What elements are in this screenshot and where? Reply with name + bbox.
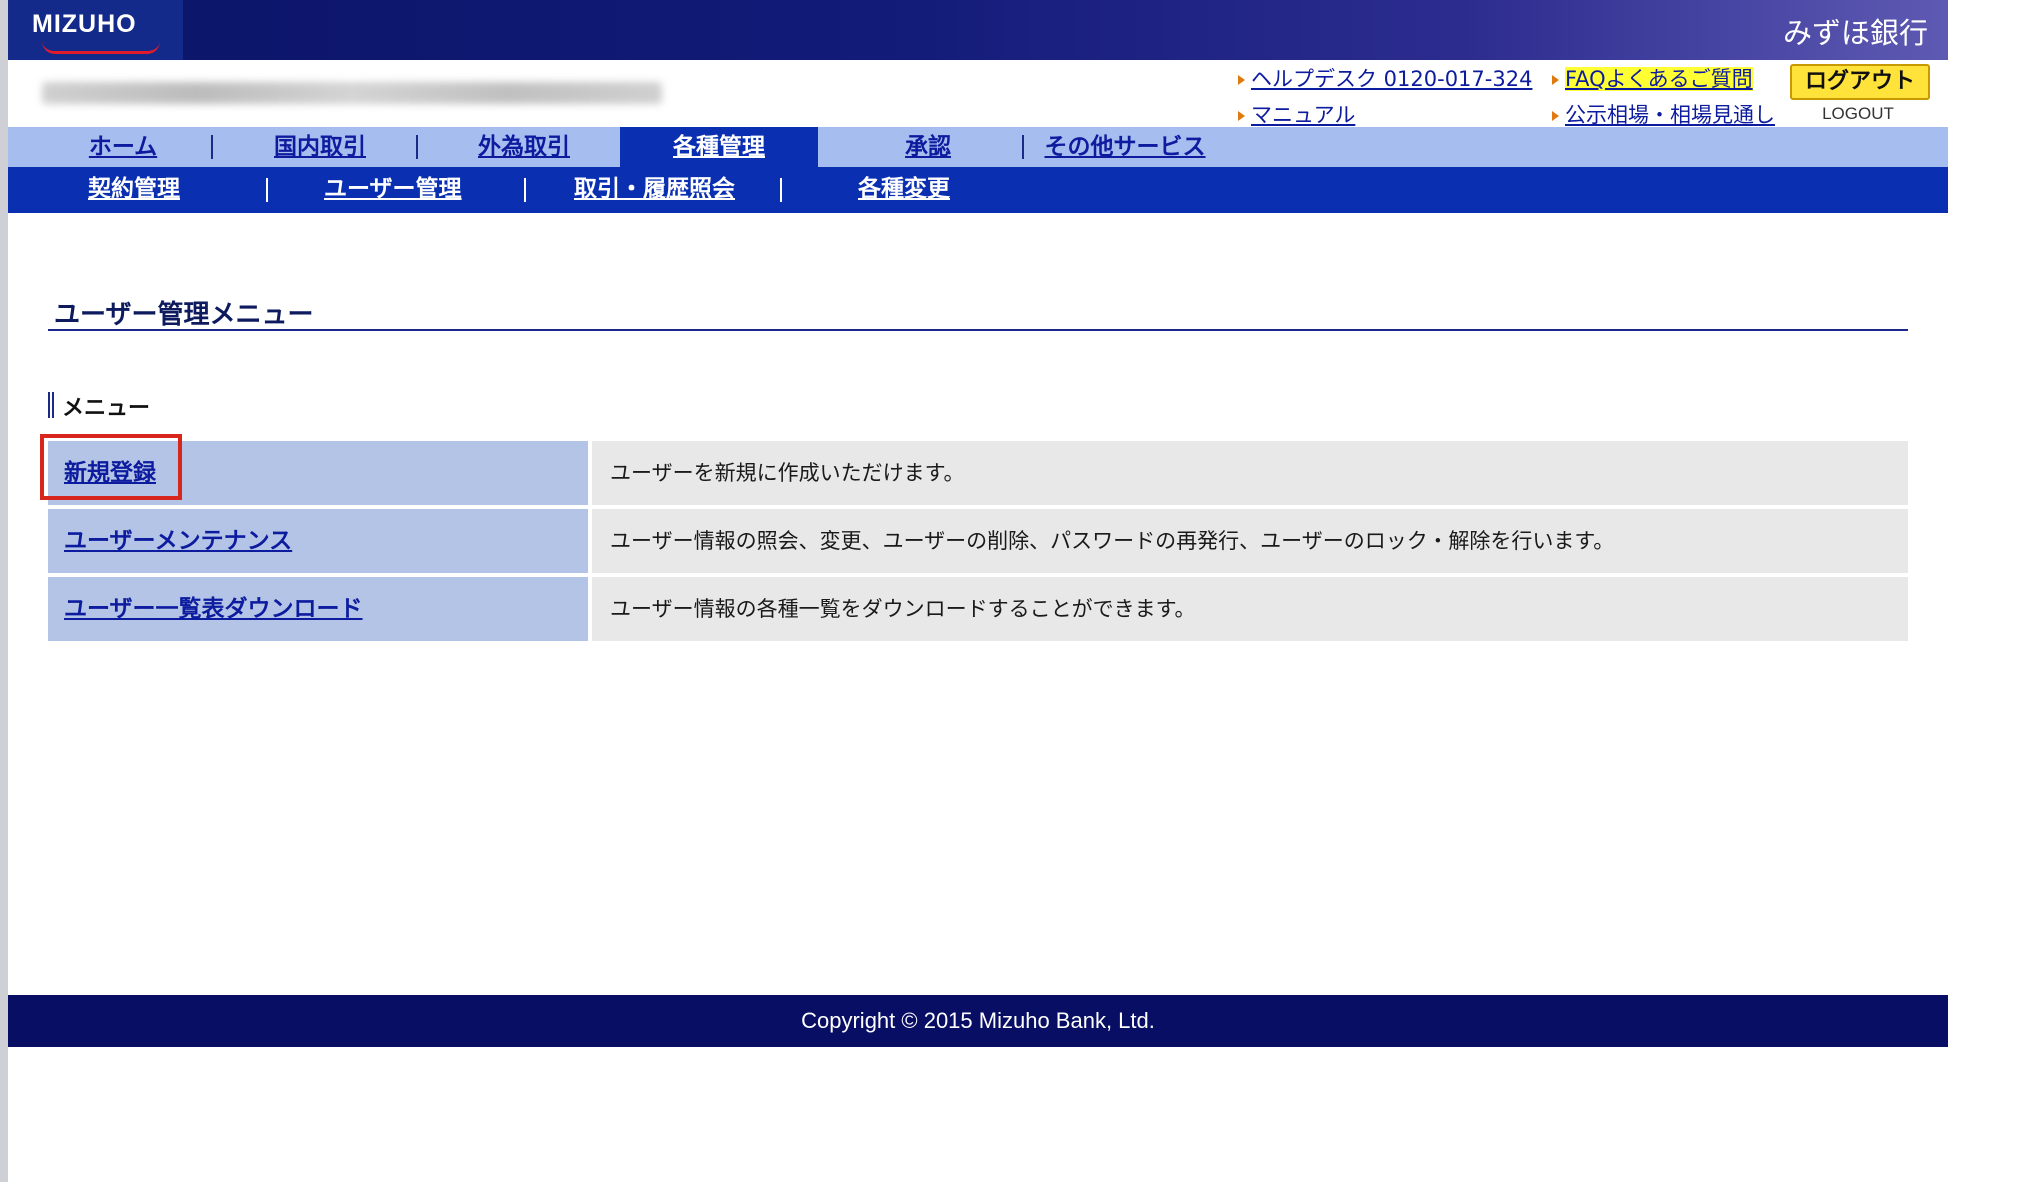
menu-cell-label: ユーザー一覧表ダウンロード xyxy=(48,577,588,641)
faq-label: FAQよくあるご質問 xyxy=(1565,67,1753,91)
annotation-highlight-box xyxy=(40,434,182,500)
logo-text: MIZUHO xyxy=(32,10,137,38)
menu-cell-description: ユーザーを新規に作成いただけます。 xyxy=(592,441,1908,505)
menu-cell-description: ユーザー情報の照会、変更、ユーザーの削除、パスワードの再発行、ユーザーのロック・… xyxy=(592,509,1908,573)
manual-label: マニュアル xyxy=(1251,103,1356,127)
bank-name: みずほ銀行 xyxy=(1782,16,1928,50)
tab-other-services[interactable]: その他サービス xyxy=(1040,127,1210,167)
manual-link[interactable]: マニュアル xyxy=(1238,99,1355,129)
orange-arrow-icon xyxy=(1238,75,1245,85)
logout-button[interactable]: ログアウト xyxy=(1790,64,1930,100)
orange-arrow-icon xyxy=(1238,111,1245,121)
header-bar: MIZUHO みずほ銀行 xyxy=(8,0,1948,60)
menu-cell-label: ユーザーメンテナンス xyxy=(48,509,588,573)
orange-arrow-icon xyxy=(1552,75,1559,85)
logo-swoosh-icon xyxy=(42,41,160,54)
user-maintenance-link[interactable]: ユーザーメンテナンス xyxy=(64,509,292,573)
section-heading: メニュー xyxy=(62,396,151,421)
subnav-separator xyxy=(524,178,526,202)
market-rates-link[interactable]: 公示相場・相場見通し xyxy=(1552,99,1775,129)
section-marker-icon xyxy=(48,392,54,418)
helpdesk-link[interactable]: ヘルプデスク 0120-017-324 xyxy=(1238,63,1532,93)
logout-caption: LOGOUT xyxy=(1822,104,1894,123)
left-edge-strip xyxy=(0,0,8,1182)
nav-separator xyxy=(416,135,418,159)
mizuho-logo[interactable]: MIZUHO xyxy=(8,0,183,60)
menu-description: ユーザーを新規に作成いただけます。 xyxy=(610,461,965,485)
menu-description: ユーザー情報の照会、変更、ユーザーの削除、パスワードの再発行、ユーザーのロック・… xyxy=(610,529,1615,553)
user-list-download-link[interactable]: ユーザー一覧表ダウンロード xyxy=(64,577,363,641)
copyright-text: Copyright © 2015 Mizuho Bank, Ltd. xyxy=(801,1008,1155,1033)
subnav-various-changes[interactable]: 各種変更 xyxy=(858,167,950,213)
tab-management[interactable]: 各種管理 xyxy=(620,127,818,167)
sub-nav: 契約管理 ユーザー管理 取引・履歴照会 各種変更 xyxy=(8,167,1948,213)
account-name-redacted xyxy=(42,82,662,104)
subnav-contract-management[interactable]: 契約管理 xyxy=(88,167,180,213)
subnav-user-management[interactable]: ユーザー管理 xyxy=(324,167,462,213)
market-rates-label: 公示相場・相場見通し xyxy=(1565,103,1775,127)
subnav-separator xyxy=(780,178,782,202)
subnav-separator xyxy=(266,178,268,202)
page: MIZUHO みずほ銀行 ヘルプデスク 0120-017-324 FAQよくある… xyxy=(0,0,2044,1182)
faq-link[interactable]: FAQよくあるご質問 xyxy=(1552,63,1753,93)
menu-row-new-registration: 新規登録 ユーザーを新規に作成いただけます。 xyxy=(48,441,1908,505)
tab-foreign-exchange[interactable]: 外為取引 xyxy=(444,127,604,167)
menu-row-user-list-download: ユーザー一覧表ダウンロード ユーザー情報の各種一覧をダウンロードすることができま… xyxy=(48,577,1908,641)
menu-row-user-maintenance: ユーザーメンテナンス ユーザー情報の照会、変更、ユーザーの削除、パスワードの再発… xyxy=(48,509,1908,573)
orange-arrow-icon xyxy=(1552,111,1559,121)
menu-description: ユーザー情報の各種一覧をダウンロードすることができます。 xyxy=(610,597,1196,621)
footer: Copyright © 2015 Mizuho Bank, Ltd. xyxy=(8,995,1948,1047)
tab-home[interactable]: ホーム xyxy=(48,127,198,167)
helpdesk-label: ヘルプデスク 0120-017-324 xyxy=(1251,67,1533,91)
tab-approval[interactable]: 承認 xyxy=(848,127,1008,167)
page-title: ユーザー管理メニュー xyxy=(54,300,314,330)
nav-separator xyxy=(211,135,213,159)
subnav-transaction-history[interactable]: 取引・履歴照会 xyxy=(574,167,735,213)
main-nav: ホーム 国内取引 外為取引 各種管理 承認 その他サービス xyxy=(8,127,1948,167)
menu-cell-description: ユーザー情報の各種一覧をダウンロードすることができます。 xyxy=(592,577,1908,641)
nav-separator xyxy=(1022,135,1024,159)
tab-domestic[interactable]: 国内取引 xyxy=(240,127,400,167)
title-divider xyxy=(48,329,1908,331)
